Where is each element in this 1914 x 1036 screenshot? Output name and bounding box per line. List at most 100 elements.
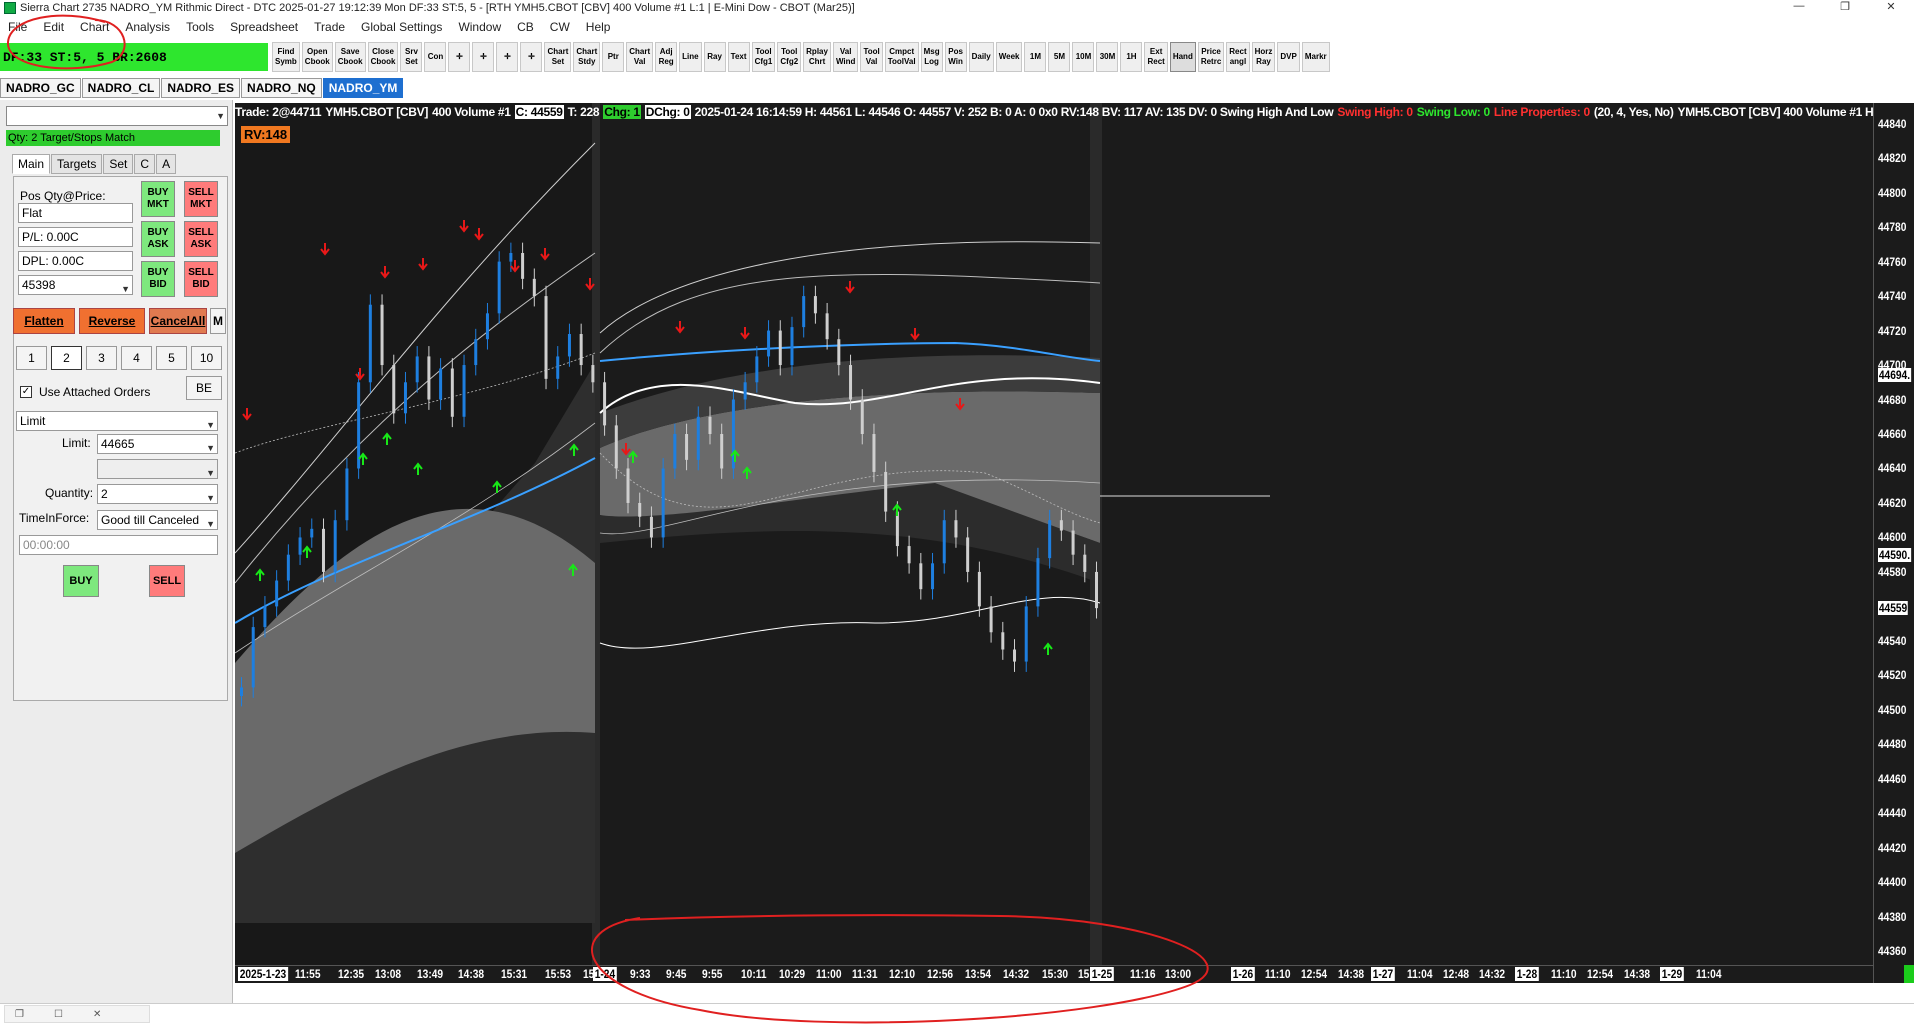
time-axis[interactable]: 2025-1-23 11:55 12:35 13:08 13:49 14:38 15:31 1…: [235, 965, 1873, 983]
toolbar-button-39[interactable]: Markr: [1301, 42, 1330, 72]
menu-cw[interactable]: CW: [542, 20, 578, 34]
sell-button[interactable]: SELL: [149, 565, 185, 597]
toolbar-button-24[interactable]: Msg Log: [920, 42, 943, 72]
qty-button-3[interactable]: 3: [86, 346, 117, 370]
price-plot[interactable]: [235, 103, 1873, 965]
menu-window[interactable]: Window: [450, 20, 509, 34]
reverse-button[interactable]: Reverse: [79, 308, 145, 334]
chart-tab-nadro_nq[interactable]: NADRO_NQ: [241, 78, 322, 98]
toolbar-button-19[interactable]: Tool Cfg2: [777, 42, 802, 72]
toolbar-button-7[interactable]: ✛: [472, 42, 495, 72]
toolbar-button-3[interactable]: Close Cbook: [367, 42, 399, 72]
toolbar-button-10[interactable]: Chart Set: [544, 42, 572, 72]
restore-icon[interactable]: ❐: [1822, 0, 1868, 13]
chart-area[interactable]: Trade: 2@44711 YMH5.CBOT [CBV] 400 Volume …: [235, 103, 1914, 983]
toolbar-button-34[interactable]: Hand: [1169, 42, 1196, 72]
sell-bid-button[interactable]: SELL BID: [184, 261, 218, 297]
toolbar-button-0[interactable]: Find Symb: [272, 42, 300, 72]
toolbar-button-25[interactable]: Pos Win: [944, 42, 967, 72]
toolbar-button-28[interactable]: 1M: [1024, 42, 1047, 72]
chart-tab-nadro_ym[interactable]: NADRO_YM: [322, 78, 404, 98]
order-type-select[interactable]: Limit ▼: [16, 411, 218, 431]
menu-tools[interactable]: Tools: [178, 20, 222, 34]
chart-tab-nadro_es[interactable]: NADRO_ES: [161, 78, 241, 98]
menu-chart[interactable]: Chart: [72, 20, 117, 34]
toolbar-button-12[interactable]: Ptr: [602, 42, 625, 72]
minimize-icon[interactable]: —: [1776, 0, 1822, 13]
close-icon[interactable]: ✕: [1868, 0, 1914, 13]
toolbar-button-5[interactable]: Con: [424, 42, 447, 72]
toolbar-button-26[interactable]: Daily: [968, 42, 994, 72]
toolbar-button-1[interactable]: Open Cbook: [301, 42, 333, 72]
buy-ask-button[interactable]: BUY ASK: [141, 221, 175, 257]
toolbar-button-11[interactable]: Chart Stdy: [573, 42, 601, 72]
toolbar-button-33[interactable]: Ext Rect: [1144, 42, 1168, 72]
tif-select[interactable]: Good till Canceled ▼: [97, 510, 218, 530]
toolbar-button-30[interactable]: 10M: [1072, 42, 1095, 72]
buy-mkt-button[interactable]: BUY MKT: [141, 181, 175, 217]
toolbar-button-37[interactable]: Horz Ray: [1251, 42, 1276, 72]
chart-tab-nadro_gc[interactable]: NADRO_GC: [0, 78, 81, 98]
toolbar-button-20[interactable]: Rplay Chrt: [803, 42, 831, 72]
qty-button-5[interactable]: 5: [156, 346, 187, 370]
close-icon[interactable]: ✕: [93, 1009, 101, 1020]
toolbar-button-16[interactable]: Ray: [703, 42, 726, 72]
toolbar-button-17[interactable]: Text: [727, 42, 750, 72]
menu-spreadsheet[interactable]: Spreadsheet: [222, 20, 306, 34]
toolbar-button-14[interactable]: Adj Reg: [655, 42, 678, 72]
tab-main[interactable]: Main: [12, 154, 51, 174]
price-axis[interactable]: 44840 44820 44800 44780 44760 44740 44720 44700…: [1873, 103, 1914, 983]
toolbar-button-38[interactable]: DVP: [1277, 42, 1300, 72]
be-button[interactable]: BE: [186, 376, 222, 400]
toolbar-button-31[interactable]: 30M: [1096, 42, 1119, 72]
qty-button-2[interactable]: 2: [51, 346, 82, 370]
toolbar-button-27[interactable]: Week: [995, 42, 1023, 72]
m-button[interactable]: M: [210, 308, 226, 334]
toolbar-button-15[interactable]: Line: [679, 42, 702, 72]
menu-analysis[interactable]: Analysis: [117, 20, 178, 34]
tab-targets[interactable]: Targets: [51, 154, 103, 174]
toolbar-button-35[interactable]: Price Retrc: [1197, 42, 1225, 72]
time-field[interactable]: 00:00:00: [19, 535, 218, 555]
limit-price-input[interactable]: 44665 ▼: [97, 434, 218, 454]
toolbar-button-32[interactable]: 1H: [1120, 42, 1143, 72]
cancel-all-button[interactable]: CancelAll: [149, 308, 207, 334]
toolbar-button-9[interactable]: ✛: [520, 42, 543, 72]
tab-c[interactable]: C: [134, 154, 156, 174]
tab-a[interactable]: A: [156, 154, 177, 174]
minimized-window[interactable]: ❐ ☐ ✕: [4, 1005, 150, 1023]
sell-ask-button[interactable]: SELL ASK: [184, 221, 218, 257]
price-field[interactable]: 45398 ▼: [18, 275, 133, 295]
menu-file[interactable]: File: [0, 20, 35, 34]
buy-button[interactable]: BUY: [63, 565, 99, 597]
menu-cb[interactable]: CB: [509, 20, 542, 34]
buy-bid-button[interactable]: BUY BID: [141, 261, 175, 297]
qty-button-1[interactable]: 1: [16, 346, 47, 370]
sell-mkt-button[interactable]: SELL MKT: [184, 181, 218, 217]
toolbar-button-18[interactable]: Tool Cfg1: [751, 42, 776, 72]
menu-global-settings[interactable]: Global Settings: [353, 20, 450, 34]
menu-edit[interactable]: Edit: [35, 20, 72, 34]
toolbar-button-21[interactable]: Val Wind: [832, 42, 859, 72]
trade-account-dropdown[interactable]: ▼: [6, 106, 228, 126]
menu-help[interactable]: Help: [578, 20, 619, 34]
toolbar-button-4[interactable]: Srv Set: [400, 42, 423, 72]
menu-trade[interactable]: Trade: [306, 20, 353, 34]
qty-button-10[interactable]: 10: [191, 346, 222, 370]
flatten-button[interactable]: Flatten: [13, 308, 75, 334]
attached-orders-checkbox[interactable]: ✓: [20, 386, 32, 398]
maximize-icon[interactable]: ☐: [54, 1009, 63, 1020]
toolbar-button-8[interactable]: ✛: [496, 42, 519, 72]
stop-price-input[interactable]: ▼: [97, 459, 218, 479]
toolbar-button-22[interactable]: Tool Val: [860, 42, 883, 72]
toolbar-button-36[interactable]: Rect angl: [1226, 42, 1250, 72]
quantity-input[interactable]: 2 ▼: [97, 484, 218, 504]
toolbar-button-6[interactable]: ✛: [448, 42, 471, 72]
toolbar-button-23[interactable]: Cmpct ToolVal: [884, 42, 919, 72]
chart-tab-nadro_cl[interactable]: NADRO_CL: [81, 78, 161, 98]
qty-button-4[interactable]: 4: [121, 346, 152, 370]
restore-icon[interactable]: ❐: [15, 1009, 24, 1020]
toolbar-button-13[interactable]: Chart Val: [626, 42, 654, 72]
toolbar-button-29[interactable]: 5M: [1048, 42, 1071, 72]
toolbar-button-2[interactable]: Save Cbook: [334, 42, 366, 72]
